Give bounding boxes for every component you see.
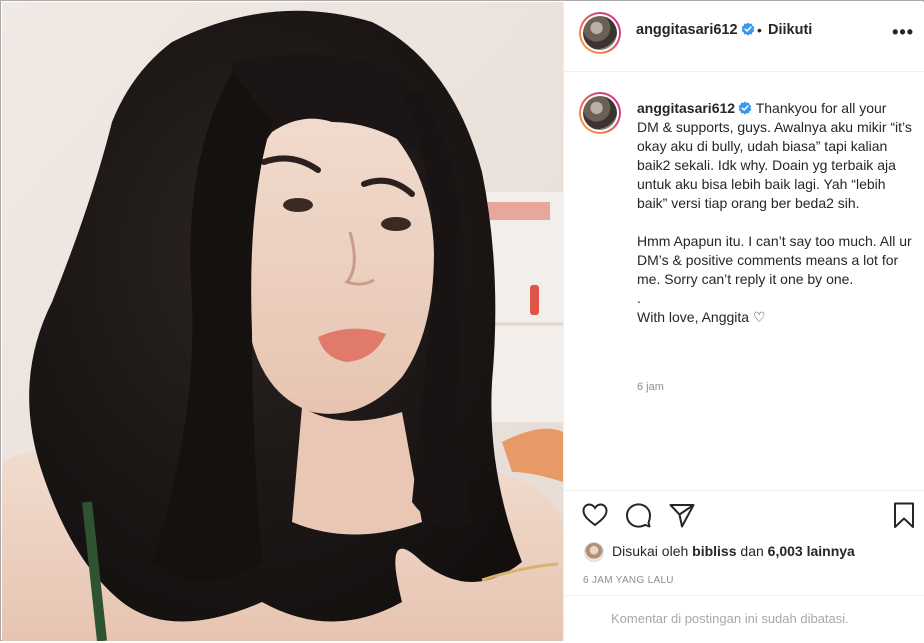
instagram-post-window: anggitasari612 • Diikuti ••• anggitasari… [0, 0, 924, 641]
liker-avatar[interactable] [584, 542, 604, 562]
caption-timestamp[interactable]: 6 jam [637, 381, 664, 393]
author-username[interactable]: anggitasari612 [636, 22, 755, 38]
comment-bubble-icon[interactable] [624, 501, 652, 529]
post-header: anggitasari612 • Diikuti ••• [564, 2, 924, 72]
caption-author-avatar[interactable] [579, 92, 621, 134]
save-bookmark-icon[interactable] [890, 501, 918, 529]
comments-restricted-text: Komentar di postingan ini sudah dibatasi… [611, 611, 849, 626]
caption-paragraph-4: With love, Anggita ♡ [637, 309, 766, 325]
likes-count[interactable]: 6,003 lainnya [768, 543, 855, 559]
comments-restricted-bar: Komentar di postingan ini sudah dibatasi… [564, 595, 924, 643]
post-photo[interactable] [2, 2, 563, 641]
like-heart-icon[interactable] [581, 501, 609, 529]
post-time-ago[interactable]: 6 JAM YANG LALU [583, 575, 674, 586]
post-photo-art [2, 2, 563, 641]
caption-paragraph-2: Hmm Apapun itu. I can’t say too much. Al… [637, 233, 916, 287]
liker-username[interactable]: bibliss [692, 543, 736, 559]
follow-status-button[interactable]: Diikuti [768, 22, 812, 38]
post-detail-panel: anggitasari612 • Diikuti ••• anggitasari… [563, 2, 924, 641]
likes-middle: dan [740, 543, 764, 559]
author-username-text[interactable]: anggitasari612 [636, 22, 738, 38]
verified-badge-icon [741, 22, 754, 36]
caption-username[interactable]: anggitasari612 [637, 100, 735, 116]
caption-text: anggitasari612 Thankyou for all your DM … [637, 99, 912, 327]
more-options-icon[interactable]: ••• [892, 22, 914, 43]
author-avatar[interactable] [579, 12, 621, 54]
share-send-icon[interactable] [668, 501, 696, 529]
post-actions-section: Disukai oleh bibliss dan 6,003 lainnya 6… [564, 490, 924, 642]
likes-prefix: Disukai oleh [612, 543, 689, 559]
caption-paragraph-3: . [637, 290, 641, 306]
caption-paragraph-1: Thankyou for all your DM & supports, guy… [637, 100, 916, 211]
separator-dot: • [757, 22, 762, 38]
verified-badge-icon [738, 101, 752, 115]
